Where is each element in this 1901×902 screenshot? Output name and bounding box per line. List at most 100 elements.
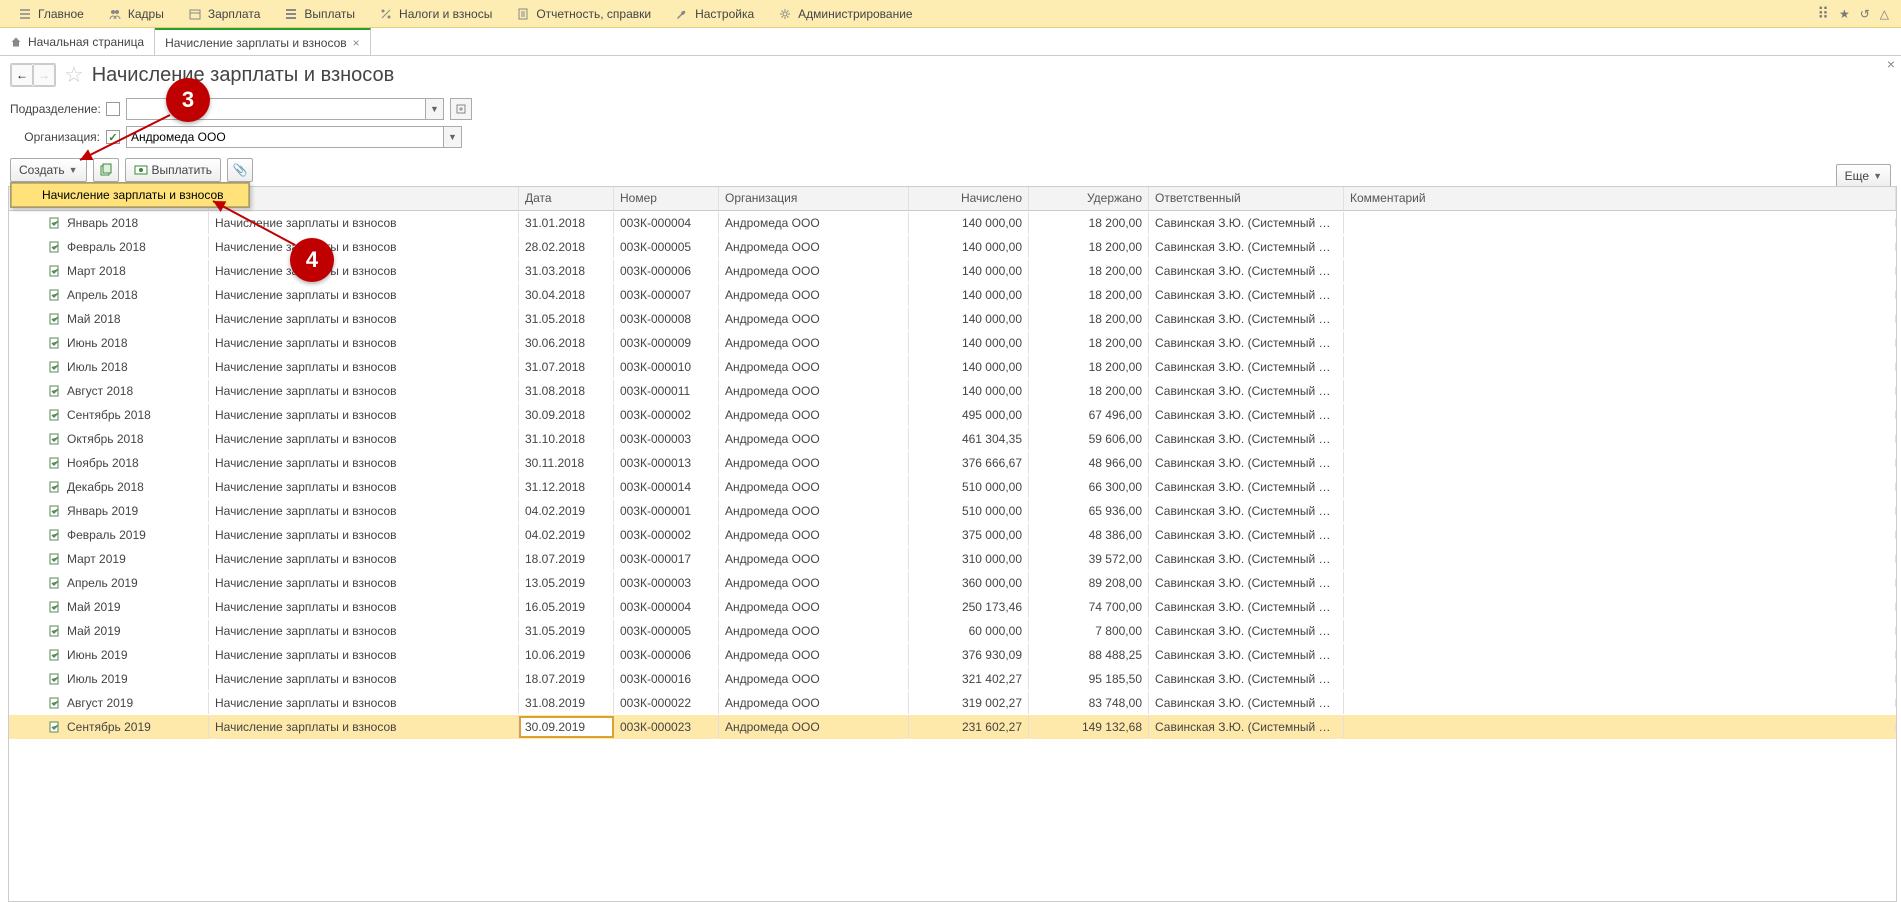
cell-period-text: Ноябрь 2018 [67,456,139,470]
cell-doctype: Начисление зарплаты и взносов [209,548,519,570]
bell-icon[interactable]: △ [1880,7,1889,21]
table-row[interactable]: Сентябрь 2018Начисление зарплаты и взнос… [9,403,1896,427]
tab-payroll-label: Начисление зарплаты и взносов [165,36,347,50]
cell-date: 04.02.2019 [519,524,614,546]
filter-panel: Подразделение: ▼ Организация: ▼ [0,94,1901,152]
menu-item-wrench[interactable]: Настройка [663,0,766,27]
cell-doctype: Начисление зарплаты и взносов [209,356,519,378]
table-row[interactable]: Ноябрь 2018Начисление зарплаты и взносов… [9,451,1896,475]
cell-period: Март 2018 [9,260,209,282]
tab-home[interactable]: Начальная страница [0,28,155,55]
cell-doctype: Начисление зарплаты и взносов [209,500,519,522]
cell-number: 003К-000011 [614,380,719,402]
cell-number: 003К-000004 [614,212,719,234]
col-header-withheld[interactable]: Удержано [1029,187,1149,210]
create-button-label: Создать [19,163,65,177]
cell-responsible: Савинская З.Ю. (Системный прогр… [1149,524,1344,546]
menu-item-calendar[interactable]: Зарплата [176,0,273,27]
close-tab-icon[interactable]: × [353,36,360,50]
cell-number: 003К-000005 [614,236,719,258]
star-icon[interactable]: ★ [1839,7,1850,21]
cell-period-text: Апрель 2018 [67,288,138,302]
cell-responsible: Савинская З.Ю. (Системный прогр… [1149,236,1344,258]
more-button[interactable]: Еще ▼ [1836,164,1891,188]
history-icon[interactable]: ↺ [1860,7,1870,21]
document-posted-icon [49,361,61,373]
apps-icon[interactable]: ⠿ [1817,4,1829,24]
cell-period-text: Август 2019 [67,696,133,710]
cell-withheld: 59 606,00 [1029,428,1149,450]
cell-accrued: 376 666,67 [909,452,1029,474]
cell-comment [1344,579,1896,587]
col-header-number[interactable]: Номер [614,187,719,210]
col-header-organization[interactable]: Организация [719,187,909,210]
department-dropdown-icon[interactable]: ▼ [426,98,444,120]
table-row[interactable]: Декабрь 2018Начисление зарплаты и взносо… [9,475,1896,499]
nav-forward-button[interactable]: → [33,64,55,86]
cell-doctype: Начисление зарплаты и взносов [209,332,519,354]
cell-date: 30.09.2018 [519,404,614,426]
menu-item-gear[interactable]: Администрирование [766,0,924,27]
cell-responsible: Савинская З.Ю. (Системный прогр… [1149,212,1344,234]
cell-accrued: 319 002,27 [909,692,1029,714]
cell-withheld: 95 185,50 [1029,668,1149,690]
cell-organization: Андромеда ООО [719,236,909,258]
col-header-responsible[interactable]: Ответственный [1149,187,1344,210]
table-row[interactable]: Май 2018Начисление зарплаты и взносов31.… [9,307,1896,331]
col-header-comment[interactable]: Комментарий [1344,187,1896,210]
cell-date: 31.08.2019 [519,692,614,714]
cell-organization: Андромеда ООО [719,716,909,738]
cell-number: 003К-000006 [614,644,719,666]
favorite-star-icon[interactable]: ☆ [64,62,84,88]
cell-withheld: 48 966,00 [1029,452,1149,474]
percent-icon [379,7,393,21]
table-row[interactable]: Сентябрь 2019Начисление зарплаты и взнос… [9,715,1896,739]
cell-accrued: 140 000,00 [909,260,1029,282]
list-icon [284,7,298,21]
menu-item-list[interactable]: Выплаты [272,0,367,27]
menu-item-people[interactable]: Кадры [96,0,176,27]
menu-item-percent[interactable]: Налоги и взносы [367,0,504,27]
col-header-date[interactable]: Дата [519,187,614,210]
table-row[interactable]: Июль 2019Начисление зарплаты и взносов18… [9,667,1896,691]
cell-date: 04.02.2019 [519,500,614,522]
tab-bar: Начальная страница Начисление зарплаты и… [0,28,1901,56]
department-open-button[interactable] [450,98,472,120]
tab-payroll[interactable]: Начисление зарплаты и взносов × [155,28,371,55]
table-row[interactable]: Май 2019Начисление зарплаты и взносов31.… [9,619,1896,643]
table-row[interactable]: Май 2019Начисление зарплаты и взносов16.… [9,595,1896,619]
cell-number: 003К-000005 [614,620,719,642]
document-posted-icon [49,241,61,253]
organization-dropdown-icon[interactable]: ▼ [444,126,462,148]
table-row[interactable]: Февраль 2019Начисление зарплаты и взносо… [9,523,1896,547]
cell-responsible: Савинская З.Ю. (Системный прогр… [1149,452,1344,474]
table-row[interactable]: Июль 2018Начисление зарплаты и взносов31… [9,355,1896,379]
attach-button[interactable]: 📎 [227,158,253,182]
table-row[interactable]: Июнь 2018Начисление зарплаты и взносов30… [9,331,1896,355]
cell-number: 003К-000002 [614,404,719,426]
cell-accrued: 140 000,00 [909,308,1029,330]
cell-period: Август 2018 [9,380,209,402]
cell-period: Апрель 2018 [9,284,209,306]
table-row[interactable]: Апрель 2019Начисление зарплаты и взносов… [9,571,1896,595]
close-form-icon[interactable]: × [1887,56,1895,72]
menu-item-report[interactable]: Отчетность, справки [504,0,663,27]
gear-icon [778,7,792,21]
table-row[interactable]: Март 2019Начисление зарплаты и взносов18… [9,547,1896,571]
cell-period-text: Январь 2019 [67,504,138,518]
table-row[interactable]: Июнь 2019Начисление зарплаты и взносов10… [9,643,1896,667]
table-row[interactable]: Август 2018Начисление зарплаты и взносов… [9,379,1896,403]
cell-accrued: 140 000,00 [909,236,1029,258]
table-row[interactable]: Октябрь 2018Начисление зарплаты и взносо… [9,427,1896,451]
table-row[interactable]: Август 2019Начисление зарплаты и взносов… [9,691,1896,715]
col-header-accrued[interactable]: Начислено [909,187,1029,210]
menu-item-menu[interactable]: Главное [6,0,96,27]
cell-responsible: Савинская З.Ю. (Системный прогр… [1149,308,1344,330]
table-row[interactable]: Январь 2019 Начисление зарплаты и взносов… [9,499,1896,523]
cell-date: 31.07.2018 [519,356,614,378]
table-row[interactable]: Апрель 2018Начисление зарплаты и взносов… [9,283,1896,307]
cell-period: Июль 2018 [9,356,209,378]
cell-organization: Андромеда ООО [719,332,909,354]
cell-withheld: 18 200,00 [1029,260,1149,282]
nav-back-button[interactable]: ← [11,64,33,86]
